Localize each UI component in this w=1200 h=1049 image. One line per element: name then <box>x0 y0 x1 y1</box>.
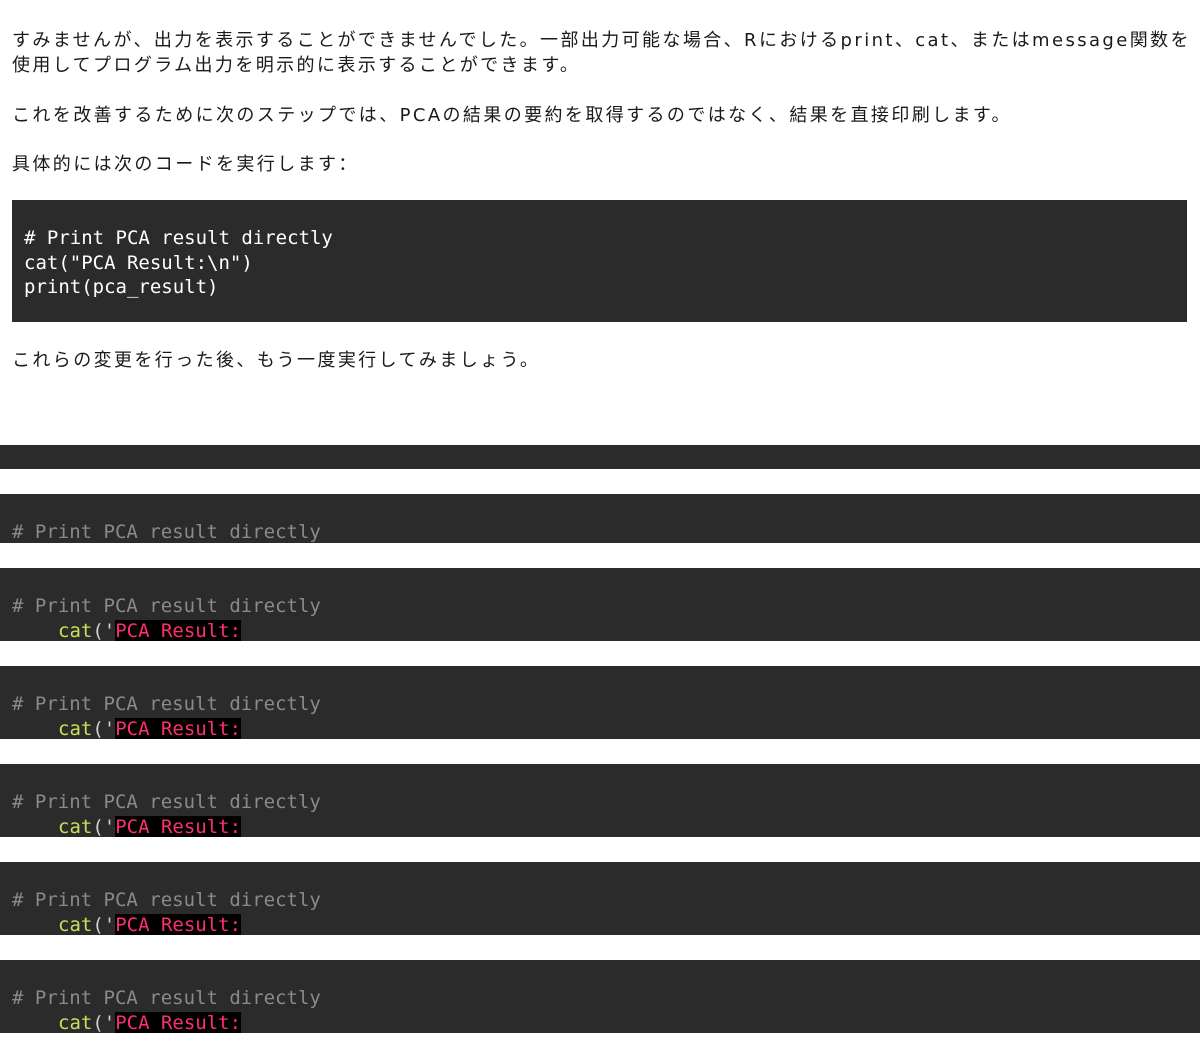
code-line-3: print(pca_result) <box>24 276 219 298</box>
streaming-code-band: # Print PCA result directly cat('PCA Res… <box>0 960 1200 1033</box>
code-function: cat <box>58 620 93 641</box>
code-function: cat <box>58 718 93 739</box>
message-paragraph-2: これを改善するために次のステップでは、PCAの結果の要約を取得するのではなく、結… <box>12 105 1012 126</box>
message-paragraph-1: すみませんが、出力を表示することができませんでした。一部出力可能な場合、Rにおけ… <box>12 30 1191 76</box>
code-paren: (' <box>92 914 116 935</box>
streaming-code-band: # Print PCA result directly <box>0 494 1200 543</box>
code-string: PCA Result: <box>115 816 242 837</box>
code-string: PCA Result: <box>115 718 242 739</box>
empty-code-band <box>0 445 1200 469</box>
code-comment: # Print PCA result directly <box>12 791 321 813</box>
streaming-code-band: # Print PCA result directly cat('PCA Res… <box>0 666 1200 739</box>
code-line-1: # Print PCA result directly <box>24 227 333 249</box>
code-comment: # Print PCA result directly <box>12 889 321 911</box>
streaming-code-band: # Print PCA result directly cat('PCA Res… <box>0 568 1200 641</box>
code-comment: # Print PCA result directly <box>12 595 321 617</box>
message-paragraph-3: 具体的には次のコードを実行します： <box>12 154 359 175</box>
code-comment: # Print PCA result directly <box>12 693 321 715</box>
code-line-2: cat("PCA Result:\n") <box>24 251 253 274</box>
code-comment: # Print PCA result directly <box>12 521 321 543</box>
code-call-line: cat('PCA Result: <box>58 717 242 739</box>
code-paren: (' <box>92 718 116 739</box>
code-function: cat <box>58 1012 93 1033</box>
code-string: PCA Result: <box>115 620 242 641</box>
streaming-code-band: # Print PCA result directly cat('PCA Res… <box>0 764 1200 837</box>
code-function: cat <box>58 816 93 837</box>
code-call-line: cat('PCA Result: <box>58 815 242 837</box>
streaming-code-band: # Print PCA result directly cat('PCA Res… <box>0 862 1200 935</box>
message-paragraph-4: これらの変更を行った後、もう一度実行してみましょう。 <box>12 350 541 371</box>
code-call-line: cat('PCA Result: <box>58 913 242 935</box>
code-paren: (' <box>92 1012 116 1033</box>
code-comment: # Print PCA result directly <box>12 987 321 1009</box>
code-string: PCA Result: <box>115 1012 242 1033</box>
code-paren: (' <box>92 620 116 641</box>
code-string: PCA Result: <box>115 914 242 935</box>
code-call-line: cat('PCA Result: <box>58 619 242 641</box>
code-paren: (' <box>92 816 116 837</box>
code-function: cat <box>58 914 93 935</box>
code-call-line: cat('PCA Result: <box>58 1011 242 1033</box>
code-block[interactable]: # Print PCA result directly cat("PCA Res… <box>12 200 1187 322</box>
